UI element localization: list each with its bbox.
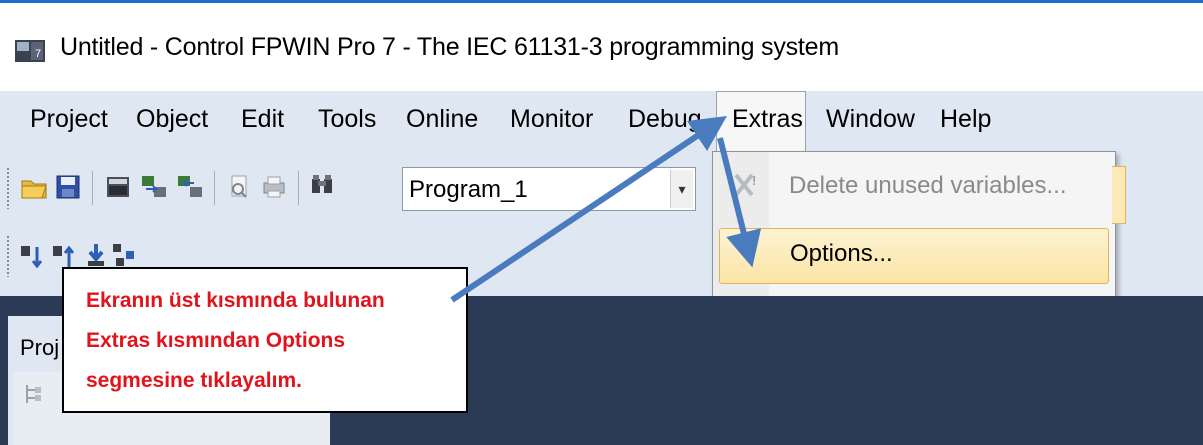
menu-item-options[interactable]: Options... xyxy=(719,228,1109,284)
app-icon: 7 xyxy=(15,40,45,62)
toolbar-grip[interactable] xyxy=(6,235,10,277)
toolbar-separator xyxy=(298,171,299,205)
toolbar-overflow-edge xyxy=(1112,166,1126,224)
menu-item-delete-unused-variables[interactable]: ! Delete unused variables... xyxy=(713,162,1115,212)
menu-bar: Project Object Edit Tools Online Monitor… xyxy=(0,91,1203,153)
print-icon[interactable] xyxy=(260,173,288,201)
menu-debug[interactable]: Debug xyxy=(628,105,702,134)
extras-dropdown-menu: ! Delete unused variables... Options... xyxy=(712,151,1116,297)
find-binoculars-icon[interactable] xyxy=(308,171,336,199)
program-combo-value: Program_1 xyxy=(409,176,528,203)
menu-item-label: Delete unused variables... xyxy=(789,172,1067,199)
toolbar-separator xyxy=(92,171,93,205)
svg-text:7: 7 xyxy=(35,48,41,60)
callout-line-1: Ekranın üst kısmında bulunan xyxy=(86,289,385,312)
menu-object[interactable]: Object xyxy=(136,105,208,134)
toolbar-separator xyxy=(214,171,215,205)
menu-online[interactable]: Online xyxy=(406,105,478,134)
open-folder-icon[interactable] xyxy=(20,173,48,201)
menu-edit[interactable]: Edit xyxy=(241,105,284,134)
network-config-icon[interactable] xyxy=(110,241,138,269)
toolbar-grip[interactable] xyxy=(6,167,10,209)
menu-item-label: Options... xyxy=(790,240,893,267)
callout-line-3: segmesine tıklayalım. xyxy=(86,369,302,392)
title-bar: 7 Untitled - Control FPWIN Pro 7 - The I… xyxy=(0,3,1203,91)
menu-tools[interactable]: Tools xyxy=(318,105,376,134)
sort-ascending-icon[interactable] xyxy=(18,243,46,271)
program-combo[interactable]: Program_1 ▾ xyxy=(402,167,696,211)
download-icon[interactable] xyxy=(82,241,110,269)
transfer-to-plc-icon[interactable] xyxy=(140,173,168,201)
compile-icon[interactable] xyxy=(104,173,132,201)
window-title: Untitled - Control FPWIN Pro 7 - The IEC… xyxy=(60,33,840,61)
instruction-callout: Ekranın üst kısmında bulunan Extras kısm… xyxy=(62,267,468,413)
menu-monitor[interactable]: Monitor xyxy=(510,105,593,134)
delete-variables-icon: ! xyxy=(734,173,756,197)
transfer-from-plc-icon[interactable] xyxy=(176,173,204,201)
project-panel-title: Proj xyxy=(20,335,60,360)
menu-window[interactable]: Window xyxy=(826,105,915,134)
combo-dropdown-arrow-icon[interactable]: ▾ xyxy=(670,170,693,208)
menu-project[interactable]: Project xyxy=(30,105,108,134)
svg-text:!: ! xyxy=(752,173,756,188)
print-preview-icon[interactable] xyxy=(226,173,254,201)
callout-line-2: Extras kısmından Options xyxy=(86,329,346,352)
menu-help[interactable]: Help xyxy=(940,105,991,134)
tree-view-icon[interactable] xyxy=(22,382,46,406)
menu-extras[interactable]: Extras xyxy=(732,105,803,134)
save-icon[interactable] xyxy=(54,173,82,201)
